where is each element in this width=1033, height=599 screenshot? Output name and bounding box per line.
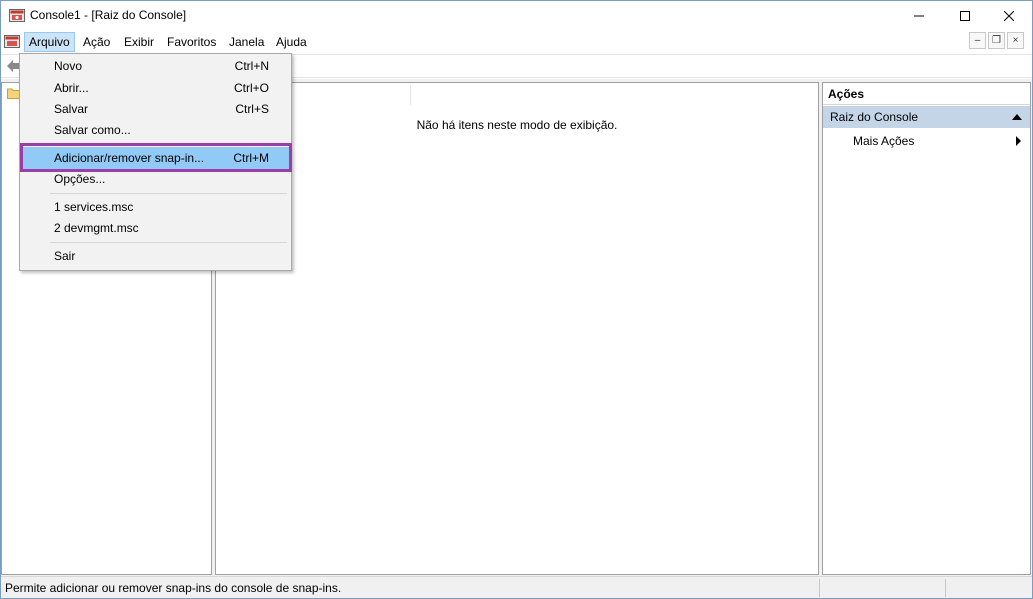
close-button[interactable]: [986, 1, 1032, 30]
empty-view-message: Não há itens neste modo de exibição.: [416, 118, 618, 132]
mdi-restore-button[interactable]: ❐: [988, 32, 1005, 49]
status-bar: Permite adicionar ou remover snap-ins do…: [1, 576, 1032, 598]
mdi-controls: – ❐ ×: [967, 32, 1024, 49]
menu-item-label: Salvar: [54, 102, 89, 116]
minimize-button[interactable]: [896, 1, 942, 30]
mdi-close-icon: ×: [1012, 35, 1019, 46]
menu-item-sair[interactable]: Sair: [22, 245, 289, 267]
menu-item-shortcut: Ctrl+O: [233, 81, 269, 95]
status-separator: [819, 579, 820, 597]
menu-favoritos[interactable]: Favoritos: [163, 32, 220, 52]
more-actions-item[interactable]: Mais Ações: [823, 130, 1030, 152]
menu-item-label: Sair: [54, 249, 76, 263]
mmc-window: Console1 - [Raiz do Console] Arquivo Açã…: [0, 0, 1033, 599]
mdi-close-button[interactable]: ×: [1007, 32, 1024, 49]
menu-item-recent-2[interactable]: 2 devmgmt.msc: [22, 217, 289, 239]
actions-pane: Ações Raiz do Console Mais Ações: [822, 82, 1031, 575]
menu-item-label: 1 services.msc: [54, 200, 134, 214]
menu-separator: [50, 193, 287, 194]
column-separator[interactable]: [410, 85, 411, 105]
column-header: [216, 83, 818, 107]
menu-item-shortcut: Ctrl+S: [235, 102, 269, 116]
file-menu-dropdown: Novo Ctrl+N Abrir... Ctrl+O Salvar Ctrl+…: [19, 53, 292, 271]
console-menu-icon[interactable]: [4, 34, 20, 49]
mmc-app-icon: [9, 9, 25, 22]
menu-item-salvar-como[interactable]: Salvar como...: [22, 119, 289, 141]
menu-item-label: Abrir...: [54, 81, 89, 95]
menu-item-adicionar-remover-snap-in[interactable]: Adicionar/remover snap-in... Ctrl+M: [22, 147, 289, 169]
maximize-button[interactable]: [942, 1, 988, 30]
menu-separator: [50, 242, 287, 243]
window-title: Console1 - [Raiz do Console]: [30, 8, 187, 22]
mdi-restore-icon: ❐: [992, 35, 1001, 46]
menu-acao[interactable]: Ação: [79, 32, 114, 52]
menu-item-shortcut: Ctrl+N: [234, 59, 269, 73]
menu-item-label: 2 devmgmt.msc: [54, 221, 139, 235]
submenu-arrow-icon: [1016, 136, 1021, 146]
more-actions-label: Mais Ações: [853, 134, 915, 148]
status-text: Permite adicionar ou remover snap-ins do…: [5, 581, 342, 595]
menu-item-recent-1[interactable]: 1 services.msc: [22, 196, 289, 218]
menu-janela[interactable]: Janela: [225, 32, 268, 52]
menu-item-novo[interactable]: Novo Ctrl+N: [22, 55, 289, 77]
menu-item-salvar[interactable]: Salvar Ctrl+S: [22, 98, 289, 120]
mdi-minimize-button[interactable]: –: [969, 32, 986, 49]
maximize-icon: [960, 10, 970, 21]
menu-item-label: Adicionar/remover snap-in...: [54, 151, 205, 165]
results-pane[interactable]: Não há itens neste modo de exibição.: [215, 82, 819, 575]
actions-section-raiz[interactable]: Raiz do Console: [823, 106, 1030, 128]
menu-item-shortcut: Ctrl+M: [233, 151, 269, 165]
menu-arquivo[interactable]: Arquivo: [24, 32, 75, 52]
actions-section-label: Raiz do Console: [830, 110, 919, 124]
menu-item-opcoes[interactable]: Opções...: [22, 168, 289, 190]
title-bar: Console1 - [Raiz do Console]: [1, 1, 1032, 30]
actions-title: Ações: [823, 83, 1030, 105]
menu-item-abrir[interactable]: Abrir... Ctrl+O: [22, 77, 289, 99]
menu-item-label: Novo: [54, 59, 83, 73]
status-separator: [945, 579, 946, 597]
menu-separator: [50, 144, 287, 145]
collapse-up-icon[interactable]: [1012, 114, 1022, 120]
menu-ajuda[interactable]: Ajuda: [272, 32, 311, 52]
mdi-minimize-icon: –: [974, 35, 981, 46]
menu-bar: Arquivo Ação Exibir Favoritos Janela Aju…: [1, 30, 1032, 53]
menu-item-label: Opções...: [54, 172, 106, 186]
close-icon: [1004, 10, 1014, 21]
menu-exibir[interactable]: Exibir: [120, 32, 158, 52]
menu-item-label: Salvar como...: [54, 123, 131, 137]
minimize-icon: [914, 15, 924, 16]
